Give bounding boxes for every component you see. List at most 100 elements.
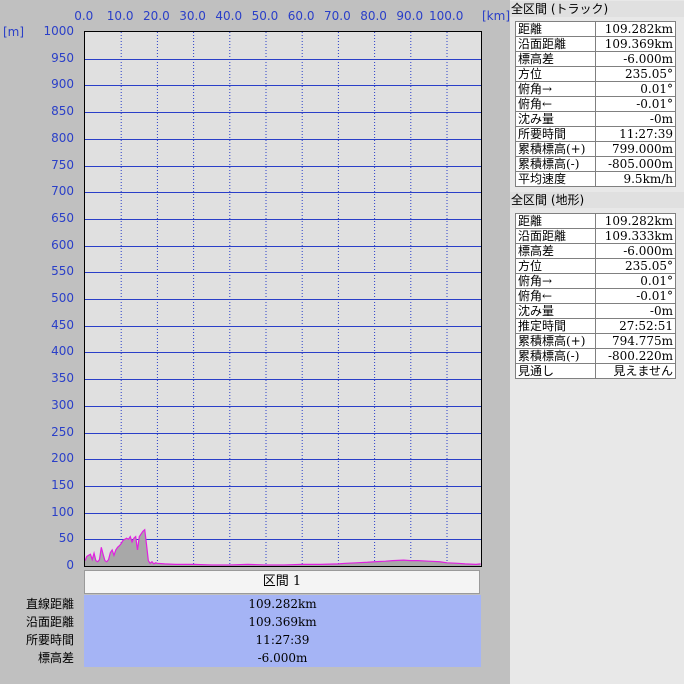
stat-row: 沈み量 -0m xyxy=(515,303,677,319)
stat-row: 累積標高(-) -805.000m xyxy=(515,156,677,172)
stat-value: 11:27:39 xyxy=(594,126,677,142)
x-tick-label: 0.0 xyxy=(74,9,94,23)
stat-row: 累積標高(+) 799.000m xyxy=(515,141,677,157)
x-tick-label: 20.0 xyxy=(143,9,170,23)
y-tick-label: 1000 xyxy=(43,24,74,38)
stat-row: 平均速度 9.5km/h xyxy=(515,171,677,187)
stat-label: 俯角← xyxy=(515,288,596,304)
y-tick-label: 700 xyxy=(51,184,74,199)
stat-label: 沿面距離 xyxy=(515,36,596,52)
y-axis-unit: [m] xyxy=(3,25,25,39)
y-tick-label: 550 xyxy=(51,264,74,279)
stat-row: 累積標高(+) 794.775m xyxy=(515,333,677,349)
stat-row: 標高差 -6.000m xyxy=(515,243,677,259)
stat-label: 累積標高(-) xyxy=(515,348,596,364)
y-tick-label: 850 xyxy=(51,104,74,119)
x-tick-label: 90.0 xyxy=(396,9,424,23)
stat-value: 27:52:51 xyxy=(594,318,677,334)
stat-label: 平均速度 xyxy=(515,171,596,187)
y-tick-label: 150 xyxy=(51,477,74,492)
y-tick-label: 200 xyxy=(51,451,74,466)
terrain-stats-table: 距離 109.282km 沿面距離 109.333km 標高差 -6.000m 方位 235.… xyxy=(515,213,677,379)
stat-label: 沿面距離 xyxy=(515,228,596,244)
y-tick-label: 300 xyxy=(51,397,74,412)
section-stat-value: 109.282km xyxy=(248,597,317,611)
y-tick-label: 650 xyxy=(51,210,74,225)
stat-row: 所要時間 11:27:39 xyxy=(515,126,677,142)
stat-value: 9.5km/h xyxy=(594,171,677,187)
stat-row: 俯角← -0.01° xyxy=(515,96,677,112)
x-tick-label: 80.0 xyxy=(360,9,387,23)
y-tick-label: 400 xyxy=(51,344,74,359)
y-tick-label: 800 xyxy=(51,130,74,145)
stat-label: 方位 xyxy=(515,258,596,274)
stat-label: 俯角→ xyxy=(515,273,596,289)
x-tick-label: 30.0 xyxy=(179,9,206,23)
y-tick-label: 50 xyxy=(58,531,74,546)
stat-value: -6.000m xyxy=(594,243,677,259)
stat-value: -0m xyxy=(594,303,677,319)
stat-value: 794.775m xyxy=(594,333,677,349)
stat-row: 距離 109.282km xyxy=(515,213,677,229)
stat-value: -6.000m xyxy=(594,51,677,67)
section-stat-label: 沿面距離 xyxy=(25,615,74,629)
stat-value: 見えません xyxy=(594,363,677,379)
y-tick-label: 750 xyxy=(51,157,74,172)
stat-label: 推定時間 xyxy=(515,318,596,334)
y-tick-label: 350 xyxy=(51,371,74,386)
stat-value: 235.05° xyxy=(594,66,677,82)
y-tick-label: 600 xyxy=(51,237,74,252)
section-stat-value: 11:27:39 xyxy=(255,633,310,647)
stat-value: 109.282km xyxy=(594,213,677,229)
stat-row: 俯角→ 0.01° xyxy=(515,273,677,289)
stat-label: 累積標高(+) xyxy=(515,141,596,157)
stat-label: 方位 xyxy=(515,66,596,82)
elevation-chart[interactable] xyxy=(84,31,482,567)
section-stat-label: 標高差 xyxy=(37,651,74,665)
section-stat-value: -6.000m xyxy=(257,651,308,665)
stat-label: 距離 xyxy=(515,21,596,37)
x-tick-label: 40.0 xyxy=(215,9,243,23)
stat-row: 距離 109.282km xyxy=(515,21,677,37)
x-tick-label: 100.0 xyxy=(429,9,464,23)
section-stat-label: 所要時間 xyxy=(25,633,74,647)
stat-value: 109.282km xyxy=(594,21,677,37)
stat-row: 俯角→ 0.01° xyxy=(515,81,677,97)
stat-value: 109.369km xyxy=(594,36,677,52)
track-panel-title: 全区間 (トラック) xyxy=(510,1,684,17)
x-axis-unit: [km] xyxy=(482,9,511,23)
y-tick-label: 250 xyxy=(51,424,74,439)
elevation-chart-svg xyxy=(85,32,481,566)
stat-label: 所要時間 xyxy=(515,126,596,142)
stat-value: 0.01° xyxy=(594,273,677,289)
track-stats-table: 距離 109.282km 沿面距離 109.369km 標高差 -6.000m 方位 235.… xyxy=(515,21,677,187)
stat-label: 累積標高(+) xyxy=(515,333,596,349)
terrain-panel-title: 全区間 (地形) xyxy=(510,192,684,208)
stat-row: 方位 235.05° xyxy=(515,258,677,274)
x-tick-label: 10.0 xyxy=(106,9,134,23)
section-stats: 109.282km 109.369km 11:27:39 -6.000m xyxy=(84,595,481,667)
stat-value: 799.000m xyxy=(594,141,677,157)
stat-row: 俯角← -0.01° xyxy=(515,288,677,304)
stat-label: 見通し xyxy=(515,363,596,379)
x-tick-label: 60.0 xyxy=(287,9,315,23)
stat-label: 沈み量 xyxy=(515,111,596,127)
section-stat-label: 直線距離 xyxy=(25,597,74,611)
stat-value: -805.000m xyxy=(594,156,677,172)
stat-row: 累積標高(-) -800.220m xyxy=(515,348,677,364)
stat-row: 推定時間 27:52:51 xyxy=(515,318,677,334)
section-header[interactable]: 区間 1 xyxy=(84,570,480,594)
stat-label: 標高差 xyxy=(515,51,596,67)
section-stat-value: 109.369km xyxy=(248,615,317,629)
stat-row: 標高差 -6.000m xyxy=(515,51,677,67)
stat-value: 109.333km xyxy=(594,228,677,244)
stat-row: 沿面距離 109.333km xyxy=(515,228,677,244)
stat-label: 距離 xyxy=(515,213,596,229)
stat-row: 沈み量 -0m xyxy=(515,111,677,127)
stat-value: -0.01° xyxy=(594,96,677,112)
stat-label: 俯角→ xyxy=(515,81,596,97)
y-tick-label: 100 xyxy=(51,504,74,519)
y-tick-label: 900 xyxy=(51,77,74,92)
y-tick-label: 950 xyxy=(51,50,74,65)
y-tick-label: 450 xyxy=(51,317,74,332)
